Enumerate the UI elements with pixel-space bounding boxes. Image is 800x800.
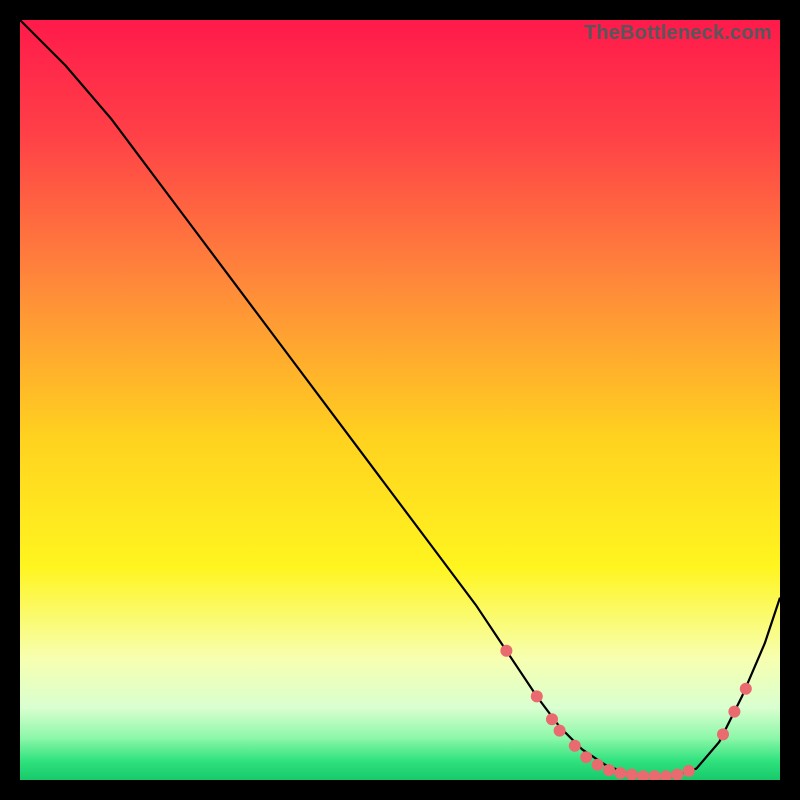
highlight-dot (531, 690, 543, 702)
chart-frame: TheBottleneck.com (20, 20, 780, 780)
chart-background (20, 20, 780, 780)
highlight-dot (592, 759, 604, 771)
watermark-text: TheBottleneck.com (584, 22, 772, 45)
highlight-dot (603, 764, 615, 776)
highlight-dot (546, 713, 558, 725)
highlight-dot (683, 765, 695, 777)
highlight-dot (728, 706, 740, 718)
highlight-dot (569, 740, 581, 752)
chart-svg (20, 20, 780, 780)
highlight-dot (580, 751, 592, 763)
highlight-dot (614, 767, 626, 779)
highlight-dot (500, 645, 512, 657)
highlight-dot (740, 683, 752, 695)
highlight-dot (717, 728, 729, 740)
highlight-dot (554, 725, 566, 737)
